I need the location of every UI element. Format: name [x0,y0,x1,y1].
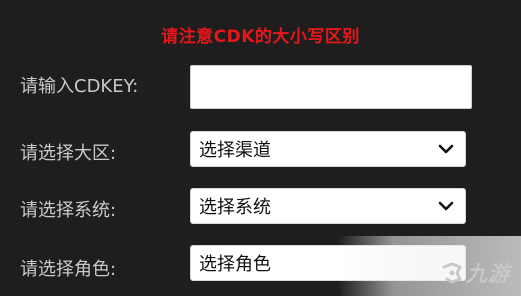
cdk-redeem-form: 请注意CDK的大小写区别 请输入CDKEY: 请选择大区: 选择渠道 请选择系统… [0,0,521,296]
watermark-text: 九游 [466,262,510,286]
chevron-down-icon [438,144,454,154]
role-label: 请选择角色: [20,259,117,280]
system-label: 请选择系统: [20,200,117,221]
region-select-value: 选择渠道 [199,140,271,161]
cdkey-label: 请输入CDKEY: [20,76,139,97]
region-select[interactable]: 选择渠道 [190,131,466,167]
watermark-logo: 九游 [440,258,510,288]
role-select-value: 选择角色 [199,254,271,275]
system-select[interactable]: 选择系统 [190,188,466,224]
region-label: 请选择大区: [20,143,117,164]
jiuyou-logo-icon [442,262,462,284]
cdkey-input[interactable] [190,65,472,109]
chevron-down-icon [438,201,454,211]
case-sensitivity-notice: 请注意CDK的大小写区别 [161,27,360,47]
system-select-value: 选择系统 [199,197,271,218]
